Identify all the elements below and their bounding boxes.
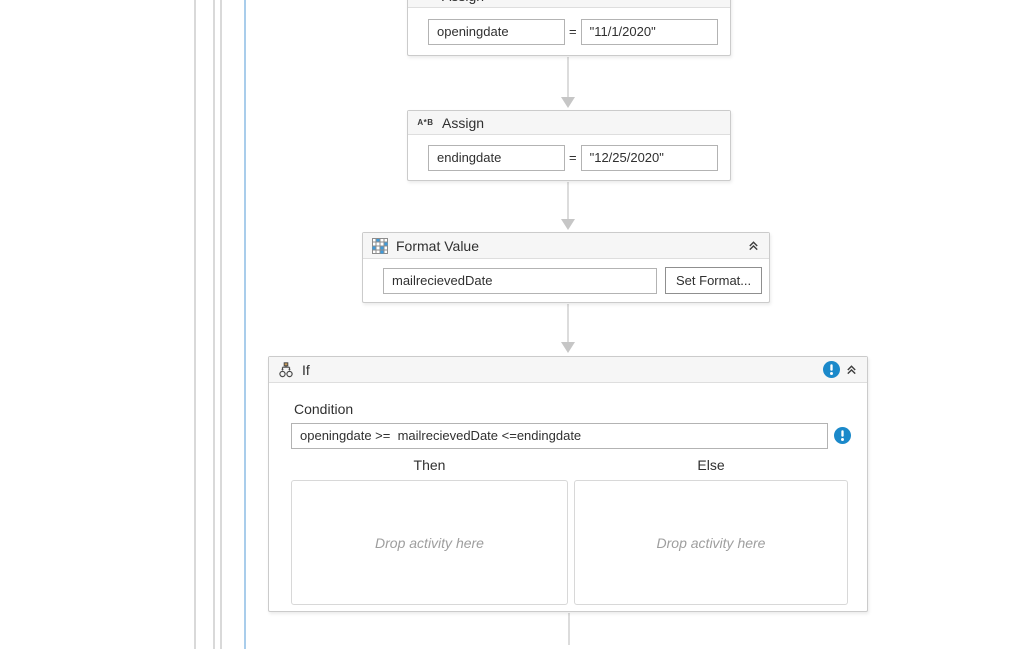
assign-activity-endingdate[interactable]: A*B Assign endingdate = "12/25/2020"	[407, 110, 731, 181]
grid-table-icon	[372, 237, 388, 254]
branch-decision-icon	[279, 361, 293, 377]
workflow-canvas: A*B Assign openingdate = "11/1/2020" A*B…	[0, 0, 1024, 649]
format-value-header[interactable]: Format Value	[363, 233, 769, 259]
selected-container-guide-line	[244, 0, 246, 649]
connector-arrowhead-icon	[561, 342, 575, 353]
container-guide-line	[220, 0, 222, 649]
condition-label: Condition	[294, 401, 354, 417]
condition-input[interactable]: openingdate >= mailrecievedDate <=ending…	[291, 423, 828, 449]
then-branch-label: Then	[413, 457, 446, 473]
then-drop-zone[interactable]: Drop activity here	[291, 480, 568, 605]
connector-line	[567, 57, 569, 97]
equals-sign: =	[569, 24, 577, 39]
drop-activity-placeholder: Drop activity here	[375, 534, 484, 551]
connector-line	[567, 182, 569, 220]
assign-activity-openingdate[interactable]: A*B Assign openingdate = "11/1/2020"	[407, 0, 731, 56]
container-guide-line	[194, 0, 196, 649]
activity-title: Format Value	[396, 237, 479, 254]
assign-to-field[interactable]: openingdate	[428, 18, 565, 45]
format-value-input[interactable]: mailrecievedDate	[383, 267, 657, 294]
equals-sign: =	[569, 150, 577, 165]
assign-icon: A*B	[417, 118, 434, 127]
collapse-chevron-double-up-icon[interactable]	[845, 363, 858, 376]
if-activity[interactable]: If Condition openingdate >= mailrecieved…	[268, 356, 868, 612]
assign-activity-header[interactable]: A*B Assign	[408, 0, 730, 8]
collapse-chevron-double-up-icon[interactable]	[747, 239, 760, 252]
validation-info-icon[interactable]	[834, 427, 851, 444]
assign-value-field[interactable]: "12/25/2020"	[580, 144, 718, 171]
activity-title: Assign	[442, 114, 485, 131]
assign-activity-header[interactable]: A*B Assign	[408, 111, 730, 135]
connector-line	[568, 613, 570, 645]
else-drop-zone[interactable]: Drop activity here	[574, 480, 848, 605]
assign-value-field[interactable]: "11/1/2020"	[580, 18, 718, 45]
activity-title: Assign	[442, 0, 484, 4]
connector-arrowhead-icon	[561, 219, 575, 230]
container-guide-line	[213, 0, 215, 649]
validation-info-icon[interactable]	[823, 361, 840, 378]
activity-title: If	[302, 361, 310, 378]
format-value-activity[interactable]: Format Value mailrecievedDate Set Format…	[362, 232, 770, 303]
if-activity-header[interactable]: If	[269, 357, 867, 383]
drop-activity-placeholder: Drop activity here	[656, 534, 766, 551]
assign-to-field[interactable]: endingdate	[428, 144, 565, 171]
connector-line	[567, 304, 569, 342]
set-format-button[interactable]: Set Format...	[665, 267, 763, 294]
connector-arrowhead-icon	[561, 97, 575, 108]
else-branch-label: Else	[697, 457, 725, 473]
